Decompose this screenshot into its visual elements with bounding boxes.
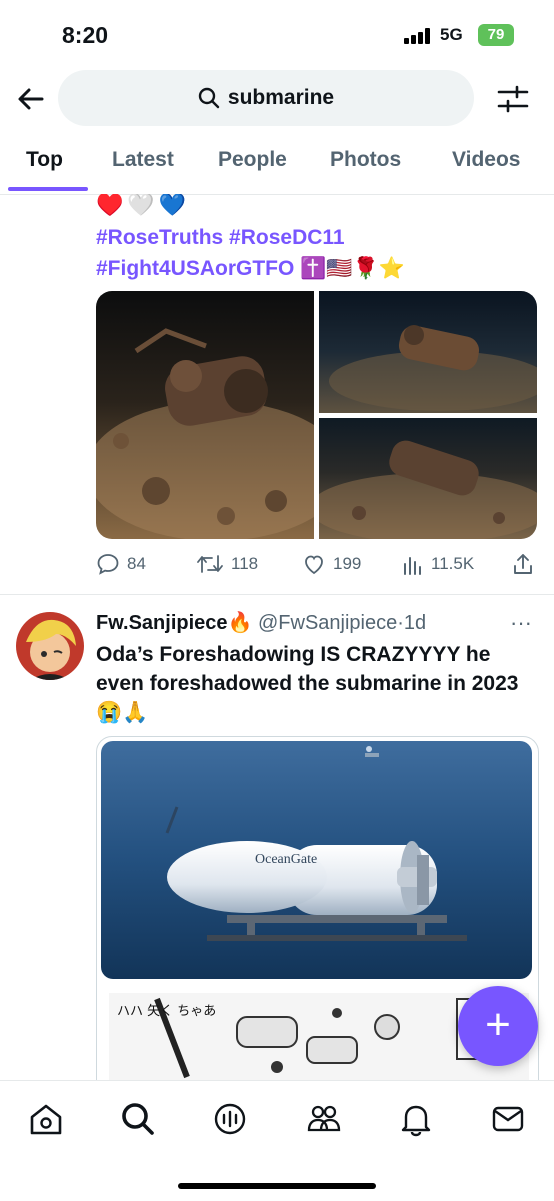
wreck-image[interactable] bbox=[319, 291, 537, 413]
retweet-icon bbox=[197, 555, 223, 573]
filter-icon bbox=[497, 85, 529, 113]
back-arrow-icon bbox=[18, 88, 44, 110]
active-tab-indicator bbox=[8, 187, 88, 191]
search-tabs: Top Latest People Photos Videos bbox=[0, 138, 554, 195]
tab-videos[interactable]: Videos bbox=[452, 148, 520, 172]
hashtag-line[interactable]: #RoseTruths #RoseDC11 bbox=[96, 222, 536, 253]
home-icon bbox=[30, 1104, 62, 1135]
share-button[interactable] bbox=[512, 552, 534, 576]
search-icon bbox=[198, 87, 220, 109]
like-button[interactable]: 199 bbox=[302, 552, 361, 576]
separator: · bbox=[397, 612, 404, 634]
search-filter-button[interactable] bbox=[496, 84, 530, 114]
reply-button[interactable]: 84 bbox=[96, 552, 146, 576]
retweet-button[interactable]: 118 bbox=[196, 552, 258, 576]
more-options-button[interactable]: ··· bbox=[510, 610, 532, 636]
hashtag-line[interactable]: #Fight4USAorGTFO ✝️🇺🇸🌹⭐ bbox=[96, 253, 536, 284]
like-icon bbox=[305, 555, 323, 575]
views-button[interactable]: 11.5K bbox=[402, 552, 474, 576]
retweet-count: 118 bbox=[231, 554, 259, 573]
user-handle[interactable]: @FwSanjipiece bbox=[258, 612, 397, 634]
tweet-emoji-line: ♥️🤍💙 bbox=[96, 194, 191, 217]
tab-photos[interactable]: Photos bbox=[330, 148, 401, 172]
nav-messages[interactable] bbox=[488, 1099, 528, 1139]
communities-icon bbox=[307, 1105, 341, 1132]
nav-grok[interactable] bbox=[210, 1099, 250, 1139]
home-indicator bbox=[178, 1183, 376, 1189]
signal-icon bbox=[404, 28, 434, 44]
reply-count: 84 bbox=[127, 554, 146, 573]
tweet-header: Fw.Sanjipiece🔥 @FwSanjipiece·1d bbox=[96, 610, 426, 635]
share-icon bbox=[514, 554, 532, 574]
notifications-icon bbox=[401, 1105, 431, 1137]
tweet-time: 1d bbox=[403, 612, 427, 634]
bottom-navigation bbox=[0, 1080, 554, 1201]
network-type: 5G bbox=[440, 25, 463, 44]
search-input[interactable]: submarine bbox=[58, 70, 474, 126]
search-header: submarine bbox=[0, 70, 554, 130]
status-time: 8:20 bbox=[62, 22, 109, 48]
display-name[interactable]: Fw.Sanjipiece🔥 bbox=[96, 612, 252, 634]
tab-people[interactable]: People bbox=[218, 148, 287, 172]
manga-text: ハハ 矢く ちゃあ bbox=[117, 1004, 216, 1019]
search-results-feed[interactable]: ♥️🤍💙 #RoseTruths #RoseDC11 #Fight4USAorG… bbox=[0, 194, 554, 1080]
wreck-image[interactable] bbox=[319, 418, 537, 539]
explore-icon bbox=[122, 1103, 154, 1135]
tweet-text: Oda’s Foreshadowing IS CRAZYYYY he even … bbox=[96, 643, 519, 724]
nav-notifications[interactable] bbox=[396, 1099, 436, 1139]
nav-explore[interactable] bbox=[118, 1099, 158, 1139]
battery-icon: 79 bbox=[478, 24, 514, 46]
status-bar: 8:20 5G 79 bbox=[0, 0, 554, 70]
submarine-brand-text: OceanGate bbox=[255, 852, 317, 867]
nav-home[interactable] bbox=[26, 1099, 66, 1139]
reply-icon bbox=[97, 554, 119, 575]
tab-latest[interactable]: Latest bbox=[112, 148, 174, 172]
back-button[interactable] bbox=[14, 82, 48, 116]
grok-icon bbox=[214, 1103, 246, 1135]
tweet-media-grid bbox=[96, 291, 537, 539]
tweet-hashtags: #RoseTruths #RoseDC11 #Fight4USAorGTFO ✝… bbox=[96, 222, 536, 284]
like-count: 199 bbox=[333, 554, 362, 573]
views-count: 11.5K bbox=[431, 554, 475, 573]
nav-communities[interactable] bbox=[304, 1099, 344, 1139]
views-icon bbox=[404, 557, 421, 575]
tab-top[interactable]: Top bbox=[26, 148, 63, 172]
tweet-divider bbox=[0, 594, 554, 595]
tweet-actions: 84 118 199 11.5K bbox=[96, 552, 536, 582]
wreck-image[interactable] bbox=[96, 291, 314, 539]
messages-icon bbox=[492, 1106, 524, 1132]
compose-tweet-button[interactable]: + bbox=[458, 986, 538, 1066]
avatar[interactable] bbox=[16, 612, 84, 680]
search-query: submarine bbox=[227, 86, 335, 109]
